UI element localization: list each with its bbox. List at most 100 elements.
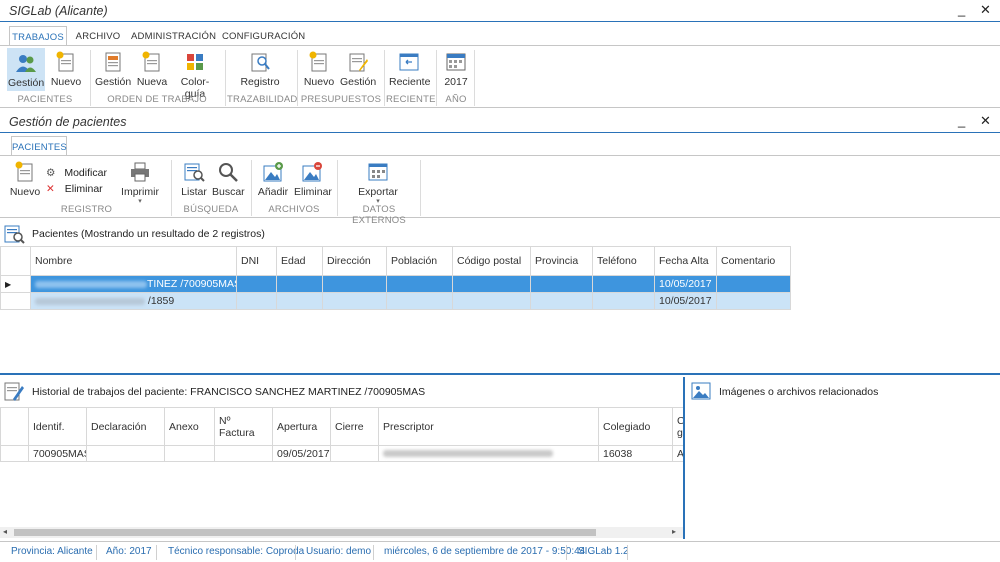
list-search-icon <box>184 163 205 182</box>
imprimir-button[interactable]: Imprimir ▾ <box>120 158 160 208</box>
column-header[interactable]: Anexo <box>164 407 215 446</box>
table-header-row: Nombre DNI Edad Dirección Población Códi… <box>0 246 791 276</box>
remove-image-icon <box>302 162 322 182</box>
exportar-button[interactable]: Exportar ▾ <box>358 158 398 208</box>
column-header[interactable]: Nº Factura <box>214 407 273 446</box>
tab-pacientes[interactable]: PACIENTES <box>11 136 67 156</box>
presupuesto-gestion-button[interactable]: Gestión <box>340 48 376 91</box>
tab-archivo[interactable]: ARCHIVO <box>74 26 122 46</box>
separator <box>171 160 172 216</box>
tab-trabajos[interactable]: TRABAJOS <box>9 26 67 46</box>
column-header[interactable]: Población <box>386 246 453 276</box>
group-trazabilidad: TRAZABILIDAD <box>227 94 298 105</box>
scroll-left-icon[interactable]: ◂ <box>3 527 7 536</box>
traceability-icon <box>251 53 270 72</box>
images-panel: Imágenes o archivos relacionados <box>687 377 1000 539</box>
fecha-alta-cell: 10/05/2017 <box>654 292 717 310</box>
status-tecnico: Técnico responsable: Coproda <box>168 546 305 557</box>
column-header[interactable]: Declaración <box>86 407 165 446</box>
eliminar-button[interactable]: ✕ Eliminar <box>46 183 103 195</box>
cogu-cell: A3. <box>672 445 683 462</box>
column-header[interactable]: Fecha Alta <box>654 246 717 276</box>
calendar-icon <box>446 53 466 71</box>
status-version: SIGLab 1.2 <box>578 546 629 557</box>
table-row[interactable]: 700905MAS 09/05/2017 16038 A3. <box>0 445 683 462</box>
colegiado-cell: 16038 <box>598 445 673 462</box>
column-header[interactable]: Prescriptor <box>378 407 599 446</box>
orden-nueva-button[interactable]: Nueva <box>135 48 169 91</box>
orden-gestion-label: Gestión <box>95 76 132 88</box>
column-header[interactable]: Cierre <box>330 407 379 446</box>
column-header[interactable]: Nombre <box>30 246 237 276</box>
eliminar-archivo-button[interactable]: Eliminar <box>294 158 332 201</box>
color-guia-button[interactable]: Color-guía <box>172 48 218 100</box>
anadir-label: Añadir <box>257 186 289 198</box>
separator <box>251 160 252 216</box>
scrollbar-thumb[interactable] <box>14 529 596 536</box>
column-header[interactable]: Apertura <box>272 407 331 446</box>
listar-button[interactable]: Listar <box>179 158 209 201</box>
separator <box>566 545 567 560</box>
new-work-order-icon <box>142 51 160 72</box>
group-busqueda: BÚSQUEDA <box>183 204 239 215</box>
column-header[interactable]: Identif. <box>28 407 87 446</box>
registro-button[interactable]: Registro <box>240 48 280 91</box>
paciente-nuevo-label: Nuevo <box>9 186 41 198</box>
table-row[interactable]: ▶ TINEZ /700905MAS 10/05/2017 <box>0 275 791 293</box>
presupuesto-gestion-label: Gestión <box>340 76 377 88</box>
eliminar-archivo-label: Eliminar <box>294 186 332 198</box>
column-header[interactable]: Edad <box>276 246 323 276</box>
app-window: SIGLab (Alicante) _ ✕ TRABAJOS ARCHIVO A… <box>0 0 1000 562</box>
status-ano: Año: 2017 <box>106 546 152 557</box>
tab-administracion[interactable]: ADMINISTRACIÓN <box>131 26 216 46</box>
modificar-button[interactable]: ⚙ Modificar <box>46 167 107 179</box>
history-horizontal-scrollbar[interactable]: ◂ ▸ <box>0 527 683 538</box>
separator <box>156 545 157 560</box>
row-indicator-header <box>0 407 29 446</box>
separator <box>436 50 437 106</box>
separator <box>337 160 338 216</box>
patient-name-text: TINEZ /700905MAS <box>147 278 237 290</box>
tab-configuracion[interactable]: CONFIGURACIÓN <box>222 26 305 46</box>
pacientes-nuevo-button[interactable]: Nuevo <box>49 48 83 91</box>
app-title: SIGLab (Alicante) <box>9 4 108 18</box>
buscar-button[interactable]: Buscar <box>212 158 245 201</box>
prescriptor-cell <box>378 445 599 462</box>
pacientes-nuevo-label: Nuevo <box>50 76 82 88</box>
separator <box>474 50 475 106</box>
separator <box>420 160 421 216</box>
fecha-alta-cell: 10/05/2017 <box>654 275 717 293</box>
table-row[interactable]: /1859 10/05/2017 <box>0 292 791 310</box>
color-palette-icon <box>187 54 203 70</box>
column-header[interactable]: Co gu <box>672 407 683 446</box>
separator <box>96 545 97 560</box>
presupuesto-nuevo-button[interactable]: Nuevo <box>302 48 336 91</box>
group-presupuestos: PRESUPUESTOS <box>300 94 382 105</box>
column-header[interactable]: DNI <box>236 246 277 276</box>
apertura-cell: 09/05/2017 <box>272 445 331 462</box>
subwindow-close-button[interactable]: ✕ <box>980 113 991 129</box>
main-ribbon-tabs: TRABAJOS ARCHIVO ADMINISTRACIÓN CONFIGUR… <box>0 26 1000 46</box>
subwindow-title-bar: Gestión de pacientes _ ✕ <box>0 111 1000 133</box>
column-header[interactable]: Colegiado <box>598 407 673 446</box>
separator <box>295 545 296 560</box>
close-button[interactable]: ✕ <box>980 2 991 18</box>
year-button[interactable]: 2017 <box>441 48 471 91</box>
column-header[interactable]: Teléfono <box>592 246 655 276</box>
subwindow-minimize-button[interactable]: _ <box>958 113 965 128</box>
column-header[interactable]: Provincia <box>530 246 593 276</box>
orden-gestion-button[interactable]: Gestión <box>95 48 131 91</box>
presupuesto-nuevo-label: Nuevo <box>303 76 335 88</box>
patients-icon <box>16 55 36 72</box>
reciente-button[interactable]: Reciente <box>389 48 430 91</box>
column-header[interactable]: Código postal <box>452 246 531 276</box>
column-header[interactable]: Dirección <box>322 246 387 276</box>
add-image-icon <box>263 162 283 182</box>
anadir-button[interactable]: Añadir <box>256 158 290 201</box>
table-header-row: Identif. Declaración Anexo Nº Factura Ap… <box>0 407 683 446</box>
pacientes-gestion-button[interactable]: Gestión <box>7 48 45 91</box>
column-header[interactable]: Comentario <box>716 246 791 276</box>
minimize-button[interactable]: _ <box>958 2 965 17</box>
paciente-nuevo-button[interactable]: Nuevo <box>9 158 41 201</box>
scroll-right-icon[interactable]: ▸ <box>672 527 676 536</box>
